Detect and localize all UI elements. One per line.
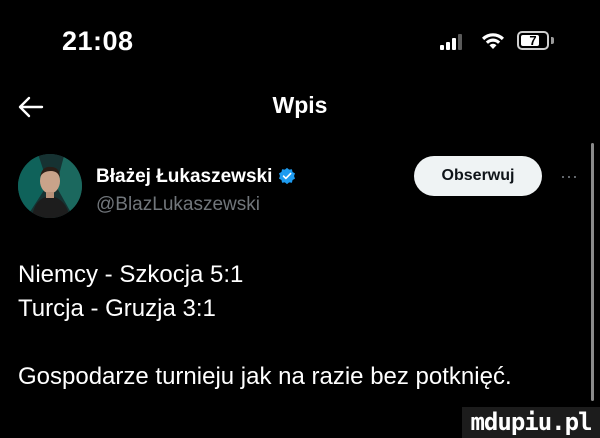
tweet-line-1: Niemcy - Szkocja 5:1: [18, 261, 244, 288]
verified-badge-icon: [279, 167, 296, 185]
watermark-logo: mdupiu.pl: [462, 407, 600, 438]
tweet-text: Niemcy - Szkocja 5:1 Turcja - Gruzja 3:1…: [18, 258, 588, 394]
signal-bars-icon: [440, 34, 462, 50]
page-title: Wpis: [272, 92, 328, 118]
tweet-line-4: Gospodarze turnieju jak na razie bez pot…: [18, 363, 512, 390]
author-display-name[interactable]: Błażej Łukaszewski: [96, 166, 272, 187]
battery-icon: 7: [517, 31, 549, 50]
follow-button[interactable]: Obserwuj: [414, 156, 542, 196]
tweet-line-gap: [18, 326, 588, 360]
avatar-image: [18, 154, 82, 218]
status-time: 21:08: [62, 26, 134, 56]
status-bar: 21:08 7: [0, 0, 600, 80]
battery-level: 7: [529, 33, 537, 48]
scrollbar[interactable]: [591, 143, 594, 401]
tweet-author: Błażej Łukaszewski @BlazLukaszewski Obse…: [0, 148, 600, 228]
nav-bar: Wpis: [0, 80, 600, 136]
tweet-line-2: Turcja - Gruzja 3:1: [18, 295, 216, 322]
battery-tip: [551, 37, 554, 44]
avatar[interactable]: [18, 154, 82, 218]
author-handle[interactable]: @BlazLukaszewski: [96, 194, 260, 216]
more-dots-icon[interactable]: ···: [560, 166, 580, 186]
wifi-icon: [482, 33, 504, 49]
author-name-row[interactable]: Błażej Łukaszewski: [96, 166, 296, 188]
